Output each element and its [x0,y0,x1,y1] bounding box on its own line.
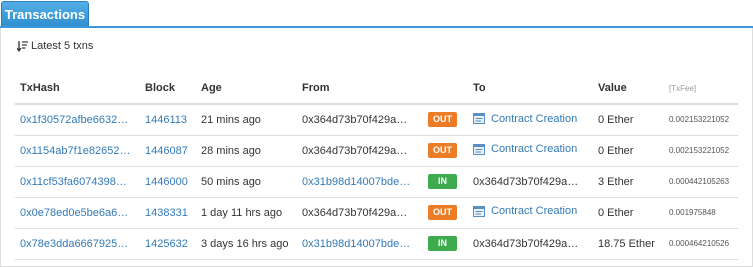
to-cell: Contract Creation [468,104,593,136]
table-header-row: TxHash Block Age From To Value [TxFee] [15,73,738,105]
contract-doc-icon [473,143,485,155]
contract-doc-icon [473,113,485,124]
age-cell: 50 mins ago [196,166,297,198]
value-cell: 18.75 Ether [593,228,664,260]
block-link[interactable]: 1446087 [140,135,196,167]
block-link[interactable]: 1446000 [140,166,196,198]
direction-badge: IN [428,236,457,251]
txhash-link[interactable]: 0x1f30572afbe6632… [15,104,140,136]
direction-cell: IN [423,166,468,198]
to-cell: Contract Creation [468,197,593,229]
txfee-cell: 0.002153221052 [664,135,738,167]
table-row: 0x1154ab7f1e82652… 1446087 28 mins ago 0… [15,135,738,167]
from-address: 0x364d73b70f429a… [297,197,423,229]
col-header-txhash: TxHash [15,73,140,105]
age-cell: 28 mins ago [196,135,297,167]
txfee-cell: 0.001975848 [664,197,738,229]
txhash-link[interactable]: 0x0e78ed0e5be6a6… [15,197,140,229]
direction-badge: IN [428,174,457,189]
col-header-value: Value [593,73,664,105]
contract-creation-link[interactable]: Contract Creation [491,205,577,217]
txn-summary: Latest 5 txns [17,40,93,52]
tab-transactions[interactable]: Transactions [1,1,89,26]
to-address: 0x364d73b70f429a… [468,166,593,198]
col-header-direction [423,73,468,105]
txhash-link[interactable]: 0x11cf53fa6074398… [15,166,140,198]
from-address: 0x364d73b70f429a… [297,135,423,167]
table-row: 0x1f30572afbe6632… 1446113 21 mins ago 0… [15,104,738,136]
value-cell: 0 Ether [593,197,664,229]
sort-icon [17,41,28,52]
block-link[interactable]: 1425632 [140,228,196,260]
direction-badge: OUT [428,143,457,158]
col-header-from: From [297,73,423,105]
block-link[interactable]: 1446113 [140,104,196,136]
from-address-link[interactable]: 0x31b98d14007bde… [297,166,423,198]
txfee-cell: 0.000442105263 [664,166,738,198]
from-address: 0x364d73b70f429a… [297,104,423,136]
contract-creation-link[interactable]: Contract Creation [491,143,577,155]
txfee-cell: 0.000464210526 [664,228,738,260]
col-header-block: Block [140,73,196,105]
contract-doc-icon [473,205,485,217]
txfee-cell: 0.002153221052 [664,104,738,136]
direction-badge: OUT [428,205,457,220]
txhash-link[interactable]: 0x1154ab7f1e82652… [15,135,140,167]
col-header-txfee: [TxFee] [664,73,738,105]
col-header-to: To [468,73,593,105]
table-row: 0x11cf53fa6074398… 1446000 50 mins ago 0… [15,166,738,198]
direction-cell: OUT [423,197,468,229]
block-link[interactable]: 1438331 [140,197,196,229]
age-cell: 3 days 16 hrs ago [196,228,297,260]
from-address-link[interactable]: 0x31b98d14007bde… [297,228,423,260]
contract-creation-link[interactable]: Contract Creation [491,113,577,125]
table-row: 0x78e3dda6667925… 1425632 3 days 16 hrs … [15,228,738,260]
transactions-table: TxHash Block Age From To Value [TxFee] 0… [15,73,738,260]
value-cell: 3 Ether [593,166,664,198]
direction-cell: OUT [423,135,468,167]
to-address: 0x364d73b70f429a… [468,228,593,260]
direction-cell: OUT [423,104,468,136]
table-row: 0x0e78ed0e5be6a6… 1438331 1 day 11 hrs a… [15,197,738,229]
value-cell: 0 Ether [593,104,664,136]
age-cell: 1 day 11 hrs ago [196,197,297,229]
tab-label: Transactions [4,6,86,22]
col-header-age: Age [196,73,297,105]
direction-badge: OUT [428,112,457,128]
to-cell: Contract Creation [468,135,593,167]
summary-text: Latest 5 txns [31,40,94,52]
age-cell: 21 mins ago [196,104,297,136]
direction-cell: IN [423,228,468,260]
txhash-link[interactable]: 0x78e3dda6667925… [15,228,140,260]
value-cell: 0 Ether [593,135,664,167]
